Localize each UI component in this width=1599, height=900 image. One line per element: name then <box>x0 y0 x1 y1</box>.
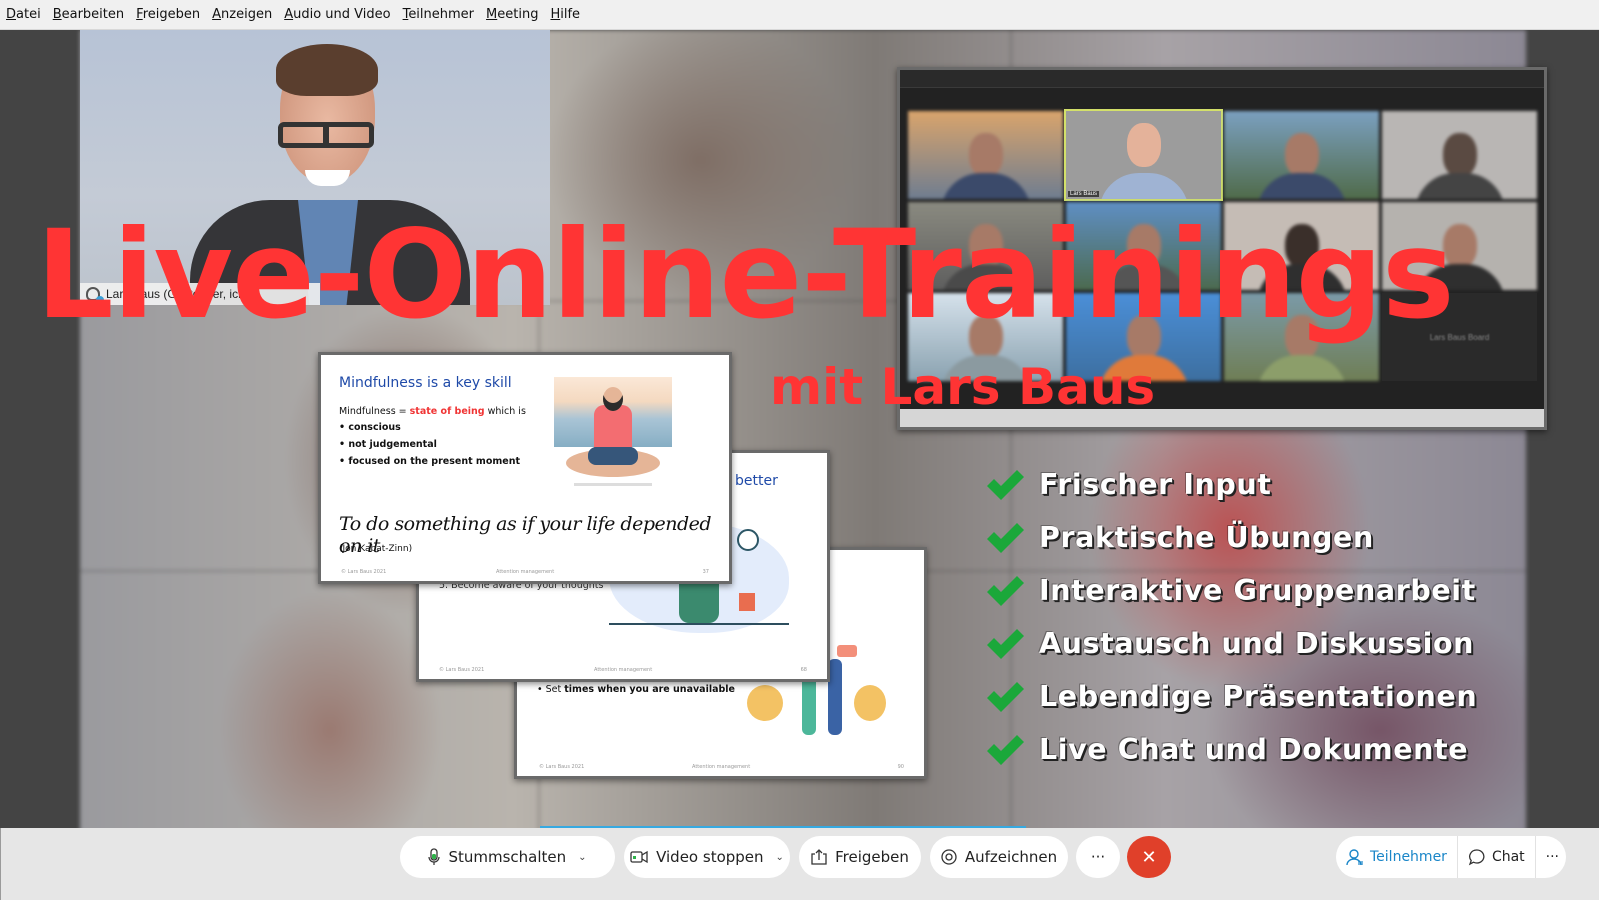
overflow-menu-button[interactable]: ··· <box>1536 836 1569 878</box>
menu-bar: Datei Bearbeiten Freigeben Anzeigen Audi… <box>0 0 1599 30</box>
menu-hilfe[interactable]: Hilfe <box>550 7 580 22</box>
slide-bullet: • conscious <box>339 422 401 433</box>
menu-datei[interactable]: Datei <box>6 7 41 22</box>
chat-bubble-icon <box>1468 849 1485 866</box>
participant-tile <box>1224 111 1379 199</box>
participants-icon <box>1346 849 1363 866</box>
stop-video-button[interactable]: Video stoppen ⌄ <box>624 836 790 878</box>
meditation-illustration <box>554 377 672 499</box>
slide-bullet: • focused on the present moment <box>339 456 521 467</box>
slide-footer-left: © Lars Baus 2021 <box>439 667 485 673</box>
slide-footer-left: © Lars Baus 2021 <box>341 569 387 575</box>
feature-item: Praktische Übungen <box>985 511 1477 564</box>
menu-teilnehmer[interactable]: Teilnehmer <box>403 7 474 22</box>
feature-item: Austausch und Diskussion <box>985 617 1477 670</box>
share-label: Freigeben <box>835 848 909 866</box>
mute-button[interactable]: Stummschalten ⌄ <box>400 836 615 878</box>
presenter-glasses <box>278 122 374 148</box>
feature-item: Frischer Input <box>985 458 1477 511</box>
menu-accelerator: H <box>550 7 561 22</box>
webex-meeting-window: Datei Bearbeiten Freigeben Anzeigen Audi… <box>0 0 1599 900</box>
slide-title: better <box>735 473 778 489</box>
stop-video-label: Video stoppen <box>656 848 764 866</box>
panel-toggle-group: Teilnehmer Chat ··· <box>1336 836 1566 878</box>
participant-name: Lars Baus <box>1068 191 1100 197</box>
menu-audio-und-video[interactable]: Audio und Video <box>284 7 390 22</box>
feature-item: Interaktive Gruppenarbeit <box>985 564 1477 617</box>
record-button[interactable]: Aufzeichnen <box>930 836 1068 878</box>
slide-attribution: (Jon Kabat-Zinn) <box>339 544 413 554</box>
share-indicator-line <box>540 826 1026 828</box>
feature-text: Praktische Übungen <box>1039 521 1374 554</box>
gallery-top-bar <box>900 70 1544 88</box>
slide-page-number: 68 <box>800 667 807 673</box>
slide-footer-left: © Lars Baus 2021 <box>539 764 585 770</box>
feature-text: Interaktive Gruppenarbeit <box>1039 574 1476 607</box>
share-button[interactable]: Freigeben <box>799 836 921 878</box>
participant-tile <box>908 111 1063 199</box>
checkmark-icon <box>987 734 1024 765</box>
slide-line: • Set times when you are unavailable <box>537 684 736 695</box>
menu-bearbeiten[interactable]: Bearbeiten <box>53 7 124 22</box>
more-icon: ··· <box>1090 848 1106 866</box>
chat-label: Chat <box>1491 849 1525 865</box>
menu-meeting[interactable]: Meeting <box>486 7 538 22</box>
menu-accelerator: M <box>486 7 498 22</box>
slide-page-number: 37 <box>702 569 709 575</box>
slide-37: Mindfulness is a key skill Mindfulness =… <box>318 352 732 584</box>
chevron-down-icon[interactable]: ⌄ <box>776 852 784 863</box>
checkmark-icon <box>987 469 1024 500</box>
menu-accelerator: B <box>52 7 62 22</box>
clock-icon <box>737 529 759 551</box>
checkmark-icon <box>987 522 1024 553</box>
feature-list: Frischer Input Praktische Übungen Intera… <box>985 458 1477 776</box>
feature-text: Austausch und Diskussion <box>1039 627 1475 660</box>
slide-bullet: • not judgemental <box>339 439 437 450</box>
more-options-button[interactable]: ··· <box>1076 836 1120 878</box>
presenter-hair <box>276 44 378 96</box>
slide-title: Mindfulness is a key skill <box>339 375 512 391</box>
feature-item: Live Chat und Dokumente <box>985 723 1477 776</box>
menu-accelerator: D <box>6 7 17 22</box>
feature-item: Lebendige Präsentationen <box>985 670 1477 723</box>
checkmark-icon <box>987 575 1024 606</box>
end-meeting-button[interactable]: ✕ <box>1127 836 1171 878</box>
feature-text: Frischer Input <box>1039 468 1272 501</box>
camera-icon <box>630 850 648 864</box>
slide-footer-center: Attention management <box>496 569 555 575</box>
slide-intro: Mindfulness = state of being which is <box>339 406 526 417</box>
slide-footer-center: Attention management <box>692 764 751 770</box>
menu-accelerator: F <box>136 7 143 22</box>
chat-button[interactable]: Chat <box>1458 836 1536 878</box>
menu-anzeigen[interactable]: Anzeigen <box>212 7 272 22</box>
record-label: Aufzeichnen <box>964 848 1058 866</box>
share-icon <box>811 849 827 865</box>
menu-freigeben[interactable]: Freigeben <box>136 7 200 22</box>
participants-button[interactable]: Teilnehmer <box>1336 836 1458 878</box>
headline-subtitle: mit Lars Baus <box>770 358 1156 416</box>
menu-accelerator: A <box>212 7 222 22</box>
menu-accelerator: A <box>284 7 294 22</box>
presenter-smile <box>305 170 350 186</box>
menu-accelerator: T <box>402 7 409 22</box>
chevron-down-icon[interactable]: ⌄ <box>578 852 586 863</box>
feature-text: Live Chat und Dokumente <box>1039 733 1469 766</box>
participant-tile-active: Lars Baus <box>1064 109 1223 201</box>
close-icon: ✕ <box>1141 846 1157 867</box>
record-icon <box>941 849 957 865</box>
feature-text: Lebendige Präsentationen <box>1039 680 1478 713</box>
headline-title: Live-Online-Trainings <box>36 204 1455 346</box>
checkmark-icon <box>987 681 1024 712</box>
mute-label: Stummschalten <box>448 848 567 866</box>
checkmark-icon <box>987 628 1024 659</box>
slide-footer-center: Attention management <box>594 667 653 673</box>
slide-page-number: 90 <box>897 764 904 770</box>
participants-label: Teilnehmer <box>1370 849 1447 865</box>
microphone-icon <box>428 848 441 866</box>
more-icon: ··· <box>1545 849 1560 865</box>
participant-tile <box>1382 111 1537 199</box>
